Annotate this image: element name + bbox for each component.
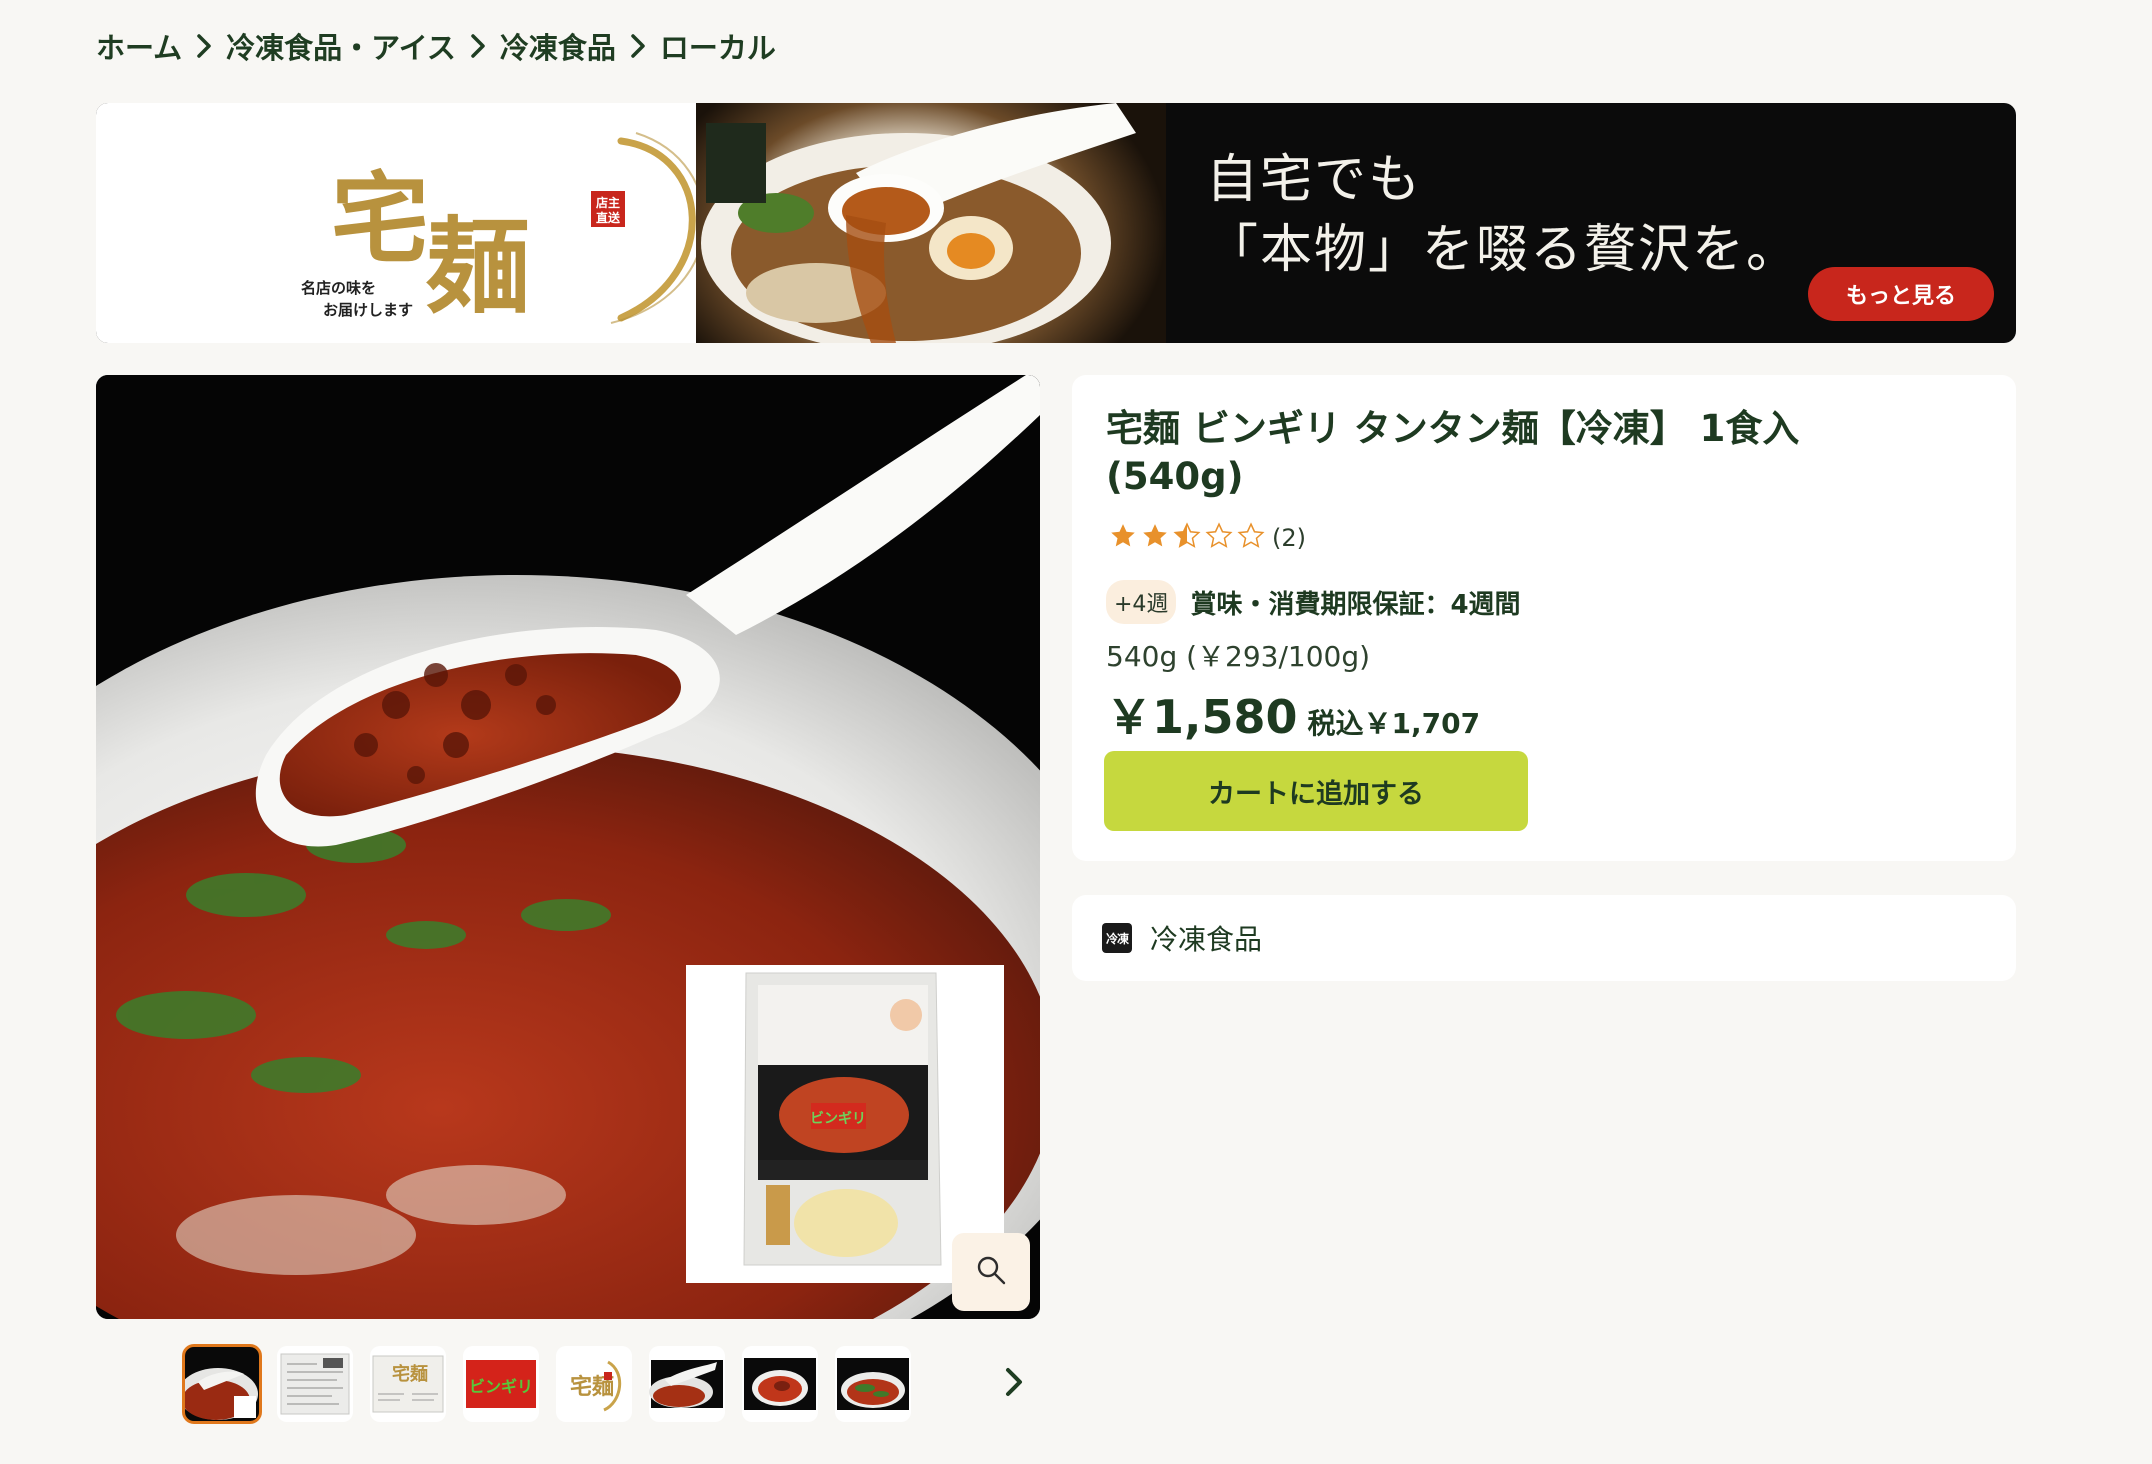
star-full-icon (1140, 521, 1170, 555)
chevron-right-icon (616, 22, 660, 70)
breadcrumb: ホーム 冷凍食品・アイス 冷凍食品 ローカル (96, 22, 776, 70)
star-half-icon (1172, 521, 1202, 555)
chevron-right-icon (182, 22, 226, 70)
svg-text:麺: 麺 (426, 205, 530, 328)
thumbnail-4[interactable]: ビンギリ (463, 1346, 539, 1422)
svg-text:名店の味を: 名店の味を (301, 279, 376, 297)
review-count[interactable]: (2) (1272, 524, 1306, 552)
chevron-right-icon (456, 22, 500, 70)
svg-text:直送: 直送 (596, 210, 621, 225)
breadcrumb-frozen-ice[interactable]: 冷凍食品・アイス (226, 25, 456, 67)
frozen-icon: 冷凍 (1102, 923, 1132, 953)
unit-price: 540g (￥293/100g) (1106, 640, 1371, 673)
chevron-right-icon (1004, 1366, 1024, 1402)
product-info-card: 宅麺 ビンギリ タンタン麺【冷凍】 1食入(540g) (2) +4週 賞味・消… (1072, 375, 2016, 861)
svg-text:ビンギリ: ビンギリ (469, 1377, 533, 1396)
rating: (2) (1108, 521, 1306, 555)
magnifier-icon (975, 1254, 1007, 1290)
zoom-button[interactable] (952, 1233, 1030, 1311)
warranty-row: +4週 賞味・消費期限保証：4週間 (1106, 580, 1521, 624)
svg-text:宅: 宅 (331, 162, 429, 277)
price-row: ￥1,580 税込￥1,707 (1106, 681, 1480, 747)
breadcrumb-local[interactable]: ローカル (660, 25, 776, 67)
star-empty-icon (1236, 521, 1266, 555)
thumbnail-3[interactable]: 宅麺 (370, 1346, 446, 1422)
tax-included-price: 税込￥1,707 (1307, 707, 1481, 740)
price: ￥1,580 (1106, 690, 1298, 744)
thumbnail-2[interactable] (277, 1346, 353, 1422)
banner-headline: 自宅でも 「本物」を啜る贅沢を。 (1206, 150, 1801, 280)
warranty-badge: +4週 (1106, 580, 1177, 624)
breadcrumb-home[interactable]: ホーム (96, 25, 182, 67)
svg-text:宅麺: 宅麺 (392, 1363, 428, 1385)
thumbnail-strip: 宅麺 ビンギリ 宅麺 (182, 1344, 911, 1424)
thumbnail-8[interactable] (835, 1346, 911, 1422)
thumbnail-7[interactable] (742, 1346, 818, 1422)
star-empty-icon (1204, 521, 1234, 555)
category-card: 冷凍 冷凍食品 (1072, 895, 2016, 981)
thumbnail-5[interactable]: 宅麺 (556, 1346, 632, 1422)
takumen-logo: 宅 麺 店主 直送 名店の味を お届けします (291, 123, 751, 333)
breadcrumb-frozen-food[interactable]: 冷凍食品 (500, 25, 616, 67)
banner-more-button[interactable]: もっと見る (1808, 267, 1994, 321)
promo-banner[interactable]: 宅 麺 店主 直送 名店の味を お届けします 自宅でも 「本物」を啜る贅沢を。 … (96, 103, 2016, 343)
product-title: 宅麺 ビンギリ タンタン麺【冷凍】 1食入(540g) (1106, 407, 1800, 498)
main-product-image[interactable]: ビンギリ (96, 375, 1040, 1319)
thumbnails-next-button[interactable] (994, 1364, 1034, 1404)
thumbnail-1[interactable] (182, 1344, 262, 1424)
star-full-icon (1108, 521, 1138, 555)
thumbnail-6[interactable] (649, 1346, 725, 1422)
warranty-text: 賞味・消費期限保証：4週間 (1190, 589, 1521, 620)
svg-text:ビンギリ: ビンギリ (810, 1110, 866, 1127)
svg-text:店主: 店主 (596, 195, 620, 210)
category-label: 冷凍食品 (1150, 923, 1263, 956)
add-to-cart-button[interactable]: カートに追加する (1104, 751, 1528, 831)
svg-text:お届けします: お届けします (323, 301, 413, 319)
banner-ramen-photo (696, 103, 1256, 343)
